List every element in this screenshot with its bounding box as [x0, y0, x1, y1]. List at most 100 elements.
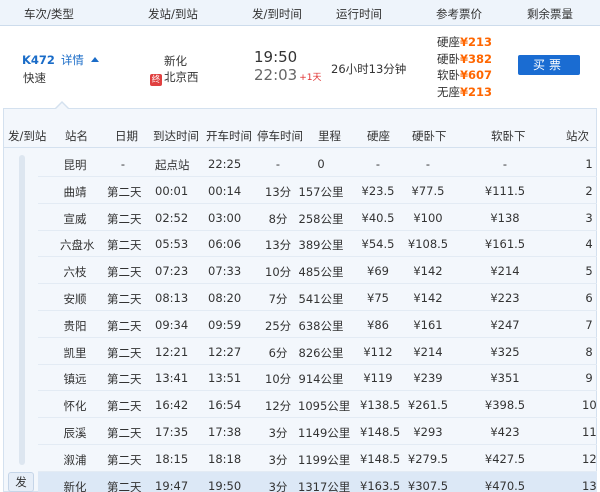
cell-hard-sleeper: ¥142 — [413, 264, 443, 279]
cell-soft-sleeper: ¥325 — [490, 344, 520, 359]
cell-departure: 07:33 — [208, 264, 242, 279]
cell-departure: 18:18 — [208, 451, 242, 466]
from-station: 新化 — [164, 54, 187, 68]
cell-hard-seat: ¥40.5 — [361, 210, 395, 225]
cell-hard-sleeper: ¥279.5 — [407, 451, 449, 466]
cell-hard-seat: ¥69 — [367, 264, 389, 279]
cell-stop: 8分 — [268, 211, 288, 226]
cell-date: 第二天 — [107, 452, 142, 467]
seat-type: 硬座 — [437, 35, 460, 49]
cell-hard-seat: ¥86 — [367, 317, 389, 332]
cell-stop: 7分 — [268, 292, 288, 306]
buy-ticket-button[interactable]: 买票 — [518, 55, 580, 75]
cell-stop: 13分 — [265, 184, 292, 199]
cell-soft-sleeper: ¥398.5 — [484, 398, 526, 413]
cell-hard-seat: ¥54.5 — [361, 237, 395, 252]
cell-station: 新化 — [63, 479, 87, 492]
cell-soft-sleeper: ¥111.5 — [484, 183, 526, 198]
cell-mileage: 826公里 — [298, 345, 344, 360]
cell-mileage: 389公里 — [298, 238, 344, 253]
cell-departure: 13:51 — [208, 371, 242, 386]
cell-station: 六盘水 — [60, 238, 95, 253]
cell-hard-seat: ¥119 — [363, 371, 393, 386]
price-item: 硬卧¥382 — [437, 51, 492, 68]
cell-mileage: 0 — [317, 157, 325, 171]
cell-hard-seat: ¥148.5 — [360, 425, 401, 439]
duration: 26小时13分钟 — [331, 62, 407, 76]
chevron-up-icon[interactable] — [90, 57, 99, 62]
col-dep-arr: 发/到站 — [8, 129, 47, 143]
cell-hard-sleeper: ¥261.5 — [407, 398, 449, 413]
train-number[interactable]: K472 详情 — [22, 52, 99, 68]
cell-stop: 3分 — [268, 426, 288, 440]
cell-stop: 25分 — [265, 318, 292, 333]
cell-date: 第二天 — [107, 265, 142, 280]
cell-departure: 19:50 — [208, 478, 242, 492]
cell-date: 第二天 — [107, 479, 142, 492]
cell-mileage: 1317公里 — [298, 479, 351, 492]
table-row: 安顺 第二天 08:13 08:20 7分 541公里 ¥75 ¥142 ¥223 6 — [38, 284, 597, 311]
col-departure: 开车时间 — [206, 129, 252, 143]
table-row: 溆浦 第二天 18:15 18:18 3分 1199公里 ¥148.5 ¥279.5 ¥427.… — [38, 445, 597, 472]
seat-price: ¥382 — [460, 51, 493, 66]
col-arrival: 到达时间 — [153, 129, 199, 143]
day-offset: +1天 — [299, 73, 322, 83]
cell-hard-sleeper: ¥108.5 — [407, 237, 449, 252]
cell-seq: 13 — [582, 478, 597, 492]
price-item: 硬座¥213 — [437, 34, 492, 51]
cell-station: 镇远 — [63, 372, 87, 387]
cell-hard-sleeper: ¥142 — [413, 291, 443, 305]
cell-seq: 2 — [585, 183, 593, 198]
cell-mileage: 258公里 — [298, 211, 344, 226]
cell-hard-seat: ¥163.5 — [360, 478, 401, 492]
panel-caret-inner — [56, 103, 68, 109]
cell-arrival: 08:13 — [155, 291, 189, 305]
cell-arrival: 18:15 — [155, 451, 189, 466]
cell-mileage: 485公里 — [298, 265, 344, 280]
cell-mileage: 541公里 — [298, 292, 344, 306]
cell-hard-sleeper: ¥293 — [413, 425, 443, 439]
table-row: 凯里 第二天 12:21 12:27 6分 826公里 ¥112 ¥214 ¥325 8 — [38, 338, 597, 365]
cell-soft-sleeper: ¥351 — [490, 371, 520, 386]
table-row: 贵阳 第二天 09:34 09:59 25分 638公里 ¥86 ¥161 ¥247 7 — [38, 311, 597, 338]
cell-departure: 06:06 — [208, 237, 242, 252]
cell-mileage: 1199公里 — [298, 452, 351, 467]
details-link[interactable]: 详情 — [61, 53, 84, 67]
cell-mileage: 638公里 — [298, 318, 344, 333]
train-result-row: K472 详情 快速 新化 终北京西 19:50 22:03 +1天 26小时13… — [0, 26, 600, 104]
cell-arrival: 16:42 — [155, 398, 189, 413]
terminal-badge-icon: 终 — [150, 74, 162, 86]
cell-date: - — [120, 157, 126, 171]
cell-departure: 03:00 — [208, 210, 242, 225]
cell-mileage: 157公里 — [298, 184, 344, 199]
cell-departure: 00:14 — [208, 183, 242, 198]
cell-hard-sleeper: ¥239 — [413, 371, 443, 386]
cell-hard-sleeper: - — [425, 157, 431, 171]
cell-stop: 3分 — [268, 452, 288, 467]
arrive-time-value: 22:03 — [254, 66, 298, 84]
table-row: 昆明 - 起点站 22:25 - 0 - - - 1 — [38, 150, 597, 177]
cell-mileage: 914公里 — [298, 372, 344, 387]
cell-hard-seat: ¥112 — [363, 344, 393, 359]
seat-type: 软卧 — [437, 68, 460, 82]
header-times: 发/到时间 — [252, 7, 302, 21]
cell-station: 辰溪 — [63, 426, 87, 440]
cell-hard-sleeper: ¥161 — [413, 317, 443, 332]
table-row: 宣威 第二天 02:52 03:00 8分 258公里 ¥40.5 ¥100 ¥138 3 — [38, 204, 597, 231]
cell-hard-sleeper: ¥307.5 — [407, 478, 449, 492]
col-stop: 停车时间 — [257, 129, 303, 143]
cell-seq: 11 — [582, 425, 597, 439]
price-list: 硬座¥213 硬卧¥382 软卧¥607 无座¥213 — [437, 34, 492, 100]
train-number-text[interactable]: K472 — [22, 53, 55, 67]
cell-hard-seat: ¥75 — [367, 291, 389, 305]
header-stations: 发站/到站 — [148, 7, 198, 21]
cell-soft-sleeper: ¥214 — [490, 264, 520, 279]
cell-date: 第二天 — [107, 238, 142, 253]
cell-soft-sleeper: ¥161.5 — [484, 237, 526, 252]
col-mileage: 里程 — [318, 129, 341, 143]
price-item: 无座¥213 — [437, 84, 492, 101]
cell-date: 第二天 — [107, 184, 142, 199]
cell-arrival: 起点站 — [155, 158, 190, 172]
cell-arrival: 00:01 — [155, 183, 189, 198]
col-station: 站名 — [65, 129, 88, 143]
